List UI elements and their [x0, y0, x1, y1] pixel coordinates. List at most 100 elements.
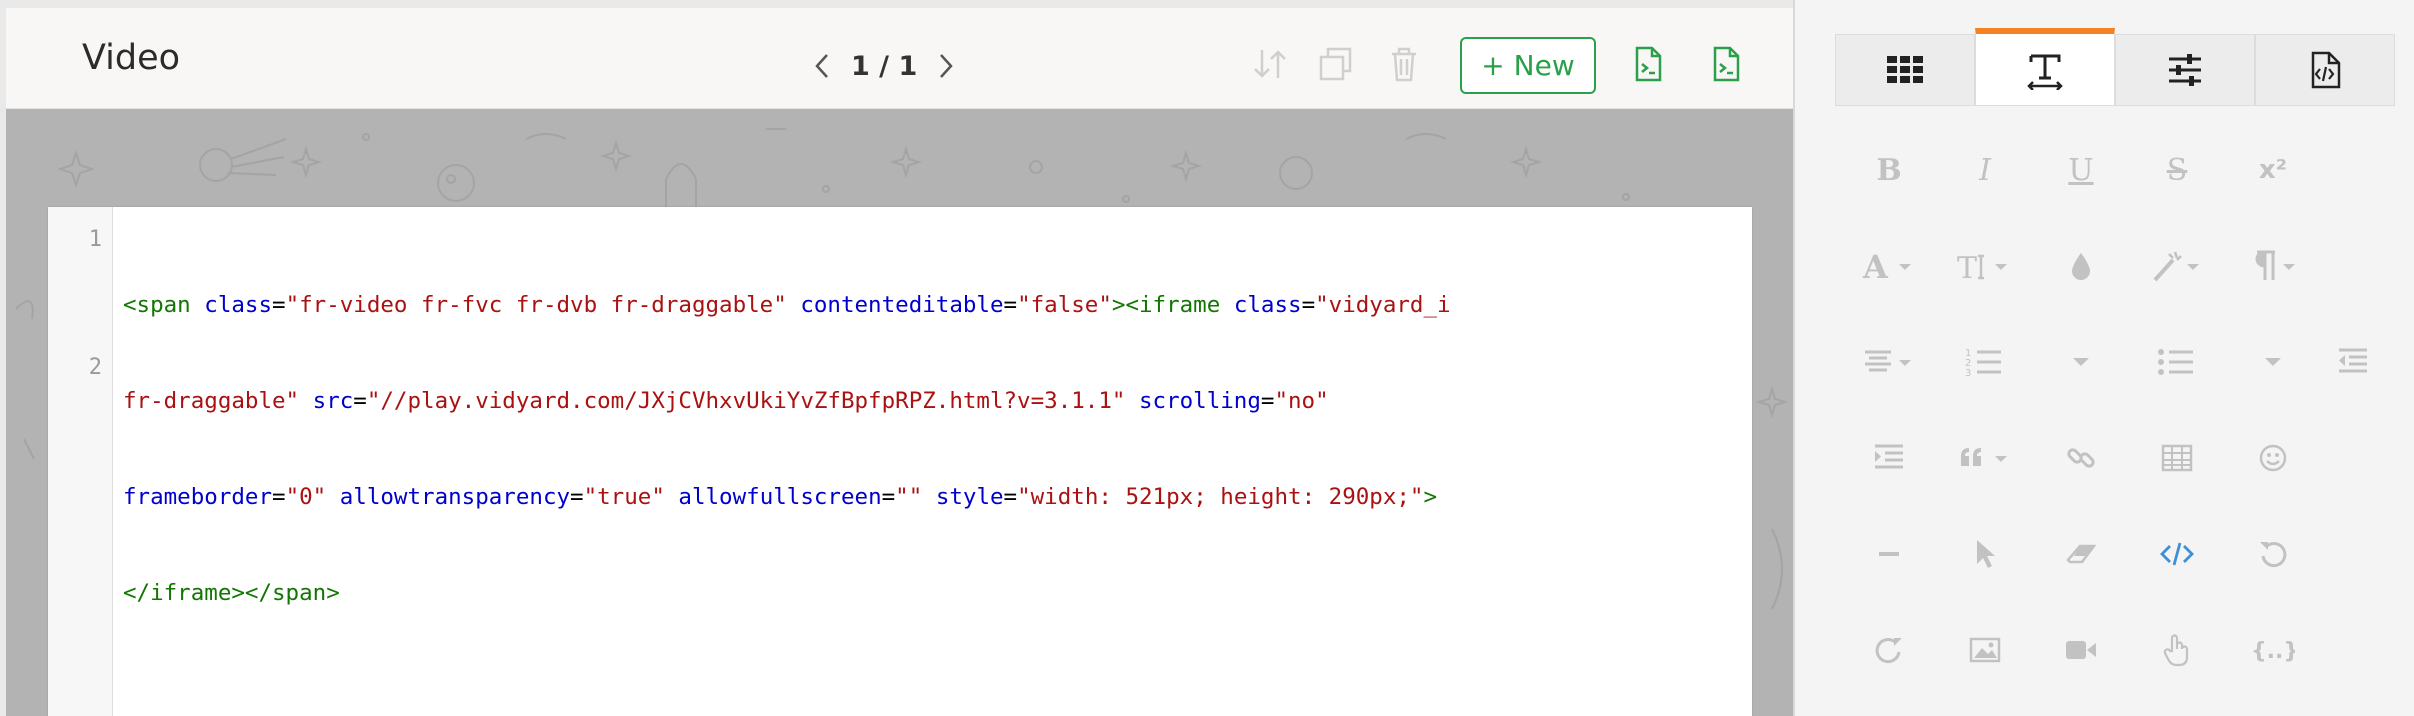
tab-text[interactable]	[1975, 28, 2115, 106]
underline-button[interactable]: U	[2041, 140, 2121, 200]
code-token: contenteditable	[800, 292, 1004, 318]
text-format-icon	[2027, 54, 2063, 90]
import-button[interactable]	[1628, 44, 1668, 84]
document-import-icon	[1635, 46, 1662, 82]
code-token: class	[204, 292, 273, 318]
horizontal-line-button[interactable]	[1849, 524, 1929, 584]
insert-image-button[interactable]	[1945, 620, 2025, 680]
code-token: =	[881, 484, 896, 510]
bold-button[interactable]: B	[1849, 140, 1929, 200]
unordered-list-dropdown[interactable]	[2233, 332, 2313, 392]
code-token: "true"	[583, 484, 665, 510]
tab-code[interactable]	[2255, 34, 2395, 106]
code-token: allowtransparency	[339, 484, 571, 510]
duplicate-button[interactable]	[1316, 44, 1356, 84]
tab-widgets[interactable]	[1835, 34, 1975, 106]
code-view-button[interactable]	[2137, 524, 2217, 584]
fill-color-button[interactable]	[2041, 236, 2121, 296]
bold-icon: B	[1876, 152, 1902, 188]
code-token: =	[1003, 484, 1018, 510]
page-indicator: 1 / 1	[851, 50, 918, 82]
code-token: fr-draggable"	[123, 388, 300, 414]
insert-table-button[interactable]	[2137, 428, 2217, 488]
superscript-button[interactable]: x²	[2233, 140, 2313, 200]
insert-link-button[interactable]	[2041, 428, 2121, 488]
toolbar-panel: B I U S x² A T 1 2 3 {..}	[1793, 0, 2414, 716]
export-button[interactable]	[1706, 44, 1746, 84]
code-line: fr-draggable" src="//play.vidyard.com/JX…	[123, 385, 1752, 417]
insert-variable-button[interactable]: {..}	[2233, 620, 2313, 680]
text-color-button[interactable]: A	[1849, 236, 1929, 296]
code-token: "no"	[1274, 388, 1329, 414]
line-number: 1	[88, 227, 102, 252]
pilcrow-dropdown-icon	[2255, 250, 2295, 280]
reorder-button[interactable]	[1250, 44, 1290, 84]
trash-icon	[1392, 47, 1416, 82]
delete-button[interactable]	[1384, 44, 1424, 84]
line-number: 2	[88, 355, 102, 380]
code-token: "width: 521px; height: 290px;"	[1017, 484, 1424, 510]
ordered-list-button[interactable]: 1 2 3	[1945, 332, 2025, 392]
indent-icon	[1875, 444, 1903, 469]
bullet-list-icon	[2158, 349, 2193, 375]
svg-text:A: A	[1862, 248, 1889, 284]
code-editor[interactable]: 1 2 <span class="fr-video fr-fvc fr-dvb …	[48, 207, 1752, 716]
svg-text:T: T	[1957, 251, 1977, 284]
next-page-button[interactable]	[935, 51, 957, 81]
align-button[interactable]	[1849, 332, 1929, 392]
font-size-button[interactable]: T	[1945, 236, 2025, 296]
indent-button[interactable]	[1849, 428, 1929, 488]
redo-button[interactable]	[1849, 620, 1929, 680]
italic-button[interactable]: I	[1945, 140, 2025, 200]
undo-button[interactable]	[2233, 524, 2313, 584]
cursor-pointer-icon	[1977, 540, 1995, 568]
code-view-icon	[2160, 542, 2194, 566]
tab-settings[interactable]	[2115, 34, 2255, 106]
chevron-right-icon	[940, 54, 953, 78]
smiley-icon	[2259, 444, 2287, 472]
emoticons-button[interactable]	[2233, 428, 2313, 488]
pager: 1 / 1	[811, 44, 957, 88]
ordered-list-dropdown[interactable]	[2041, 332, 2121, 392]
page-title: Video	[82, 38, 181, 78]
code-token: src	[312, 388, 354, 414]
new-button[interactable]: + New	[1460, 37, 1596, 94]
grid-icon	[1887, 56, 1923, 83]
quote-dropdown-icon	[1961, 448, 2007, 466]
code-token: ><iframe	[1111, 292, 1234, 318]
hand-pointer-icon	[2163, 634, 2189, 667]
prev-page-button[interactable]	[811, 51, 833, 81]
code-line: frameborder="0" allowtransparency="true"…	[123, 481, 1752, 513]
quote-button[interactable]	[1945, 428, 2025, 488]
code-token: style	[935, 484, 1004, 510]
code-token: =	[1301, 292, 1316, 318]
page-header: Video 1 / 1 + New	[6, 8, 1793, 109]
clear-formatting-button[interactable]	[2041, 524, 2121, 584]
inline-style-button[interactable]	[2137, 236, 2217, 296]
code-token: <span	[123, 292, 205, 318]
select-all-button[interactable]	[1945, 524, 2025, 584]
insert-video-button[interactable]	[2041, 620, 2121, 680]
undo-icon	[2260, 542, 2287, 568]
toolbar-tabs	[1835, 28, 2395, 106]
code-token: =	[272, 484, 286, 510]
strikethrough-button[interactable]: S	[2137, 140, 2217, 200]
code-token: "vidyard_i	[1315, 292, 1451, 318]
code-content[interactable]: <span class="fr-video fr-fvc fr-dvb fr-d…	[123, 225, 1752, 673]
copy-icon	[1319, 47, 1352, 81]
code-line: <span class="fr-video fr-fvc fr-dvb fr-d…	[123, 289, 1752, 321]
code-token: =	[1003, 292, 1018, 318]
outdent-button[interactable]	[2313, 332, 2393, 392]
code-token: class	[1233, 292, 1302, 318]
code-token: ""	[895, 484, 923, 510]
code-token: >	[1423, 484, 1438, 510]
font-size-dropdown-icon: T	[1957, 251, 2007, 284]
paragraph-style-button[interactable]	[2233, 236, 2313, 296]
unordered-list-button[interactable]	[2137, 332, 2217, 392]
insert-button-button[interactable]	[2137, 620, 2217, 680]
line-number-gutter: 1 2	[48, 207, 113, 716]
image-icon	[1969, 637, 2001, 663]
